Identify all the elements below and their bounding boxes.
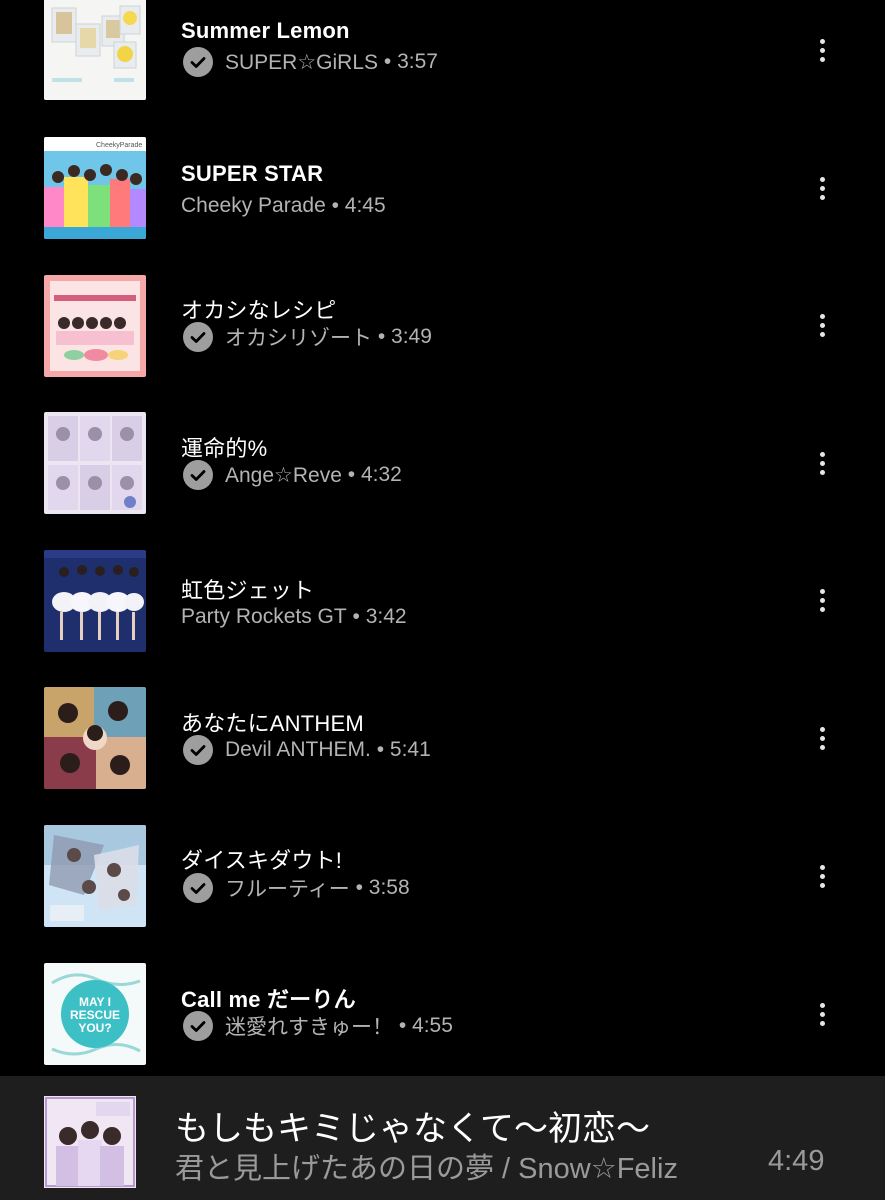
more-vertical-icon[interactable] — [806, 718, 838, 758]
track-title: Summer Lemon — [181, 18, 350, 43]
track-row[interactable]: 虹色ジェット Party Rockets GT • 3:42 — [0, 550, 885, 688]
track-duration: 3:42 — [365, 605, 407, 628]
album-art[interactable] — [44, 825, 146, 927]
track-artist: 迷愛れすきゅー！ — [225, 1016, 393, 1039]
track-duration: 4:45 — [344, 194, 386, 217]
track-row[interactable]: 運命的% Ange☆Reve • 4:32 — [0, 412, 885, 550]
track-artist: Party Rockets GT — [181, 605, 347, 628]
separator: • — [346, 605, 366, 628]
album-art[interactable] — [44, 412, 146, 514]
track-duration: 3:49 — [391, 325, 432, 348]
track-meta: Devil ANTHEM. • 5:41 — [181, 735, 431, 765]
check-circle-icon — [183, 873, 213, 903]
track-meta: Ange☆Reve • 4:32 — [181, 460, 402, 490]
track-title: ダイスキダウト! — [181, 848, 343, 873]
album-art[interactable]: CheekyParade — [44, 137, 146, 239]
more-vertical-icon[interactable] — [806, 994, 838, 1034]
separator: • — [325, 194, 345, 217]
track-meta: オカシリゾート • 3:49 — [181, 322, 432, 352]
album-art[interactable] — [44, 687, 146, 789]
track-title: Call me だーりん — [181, 987, 356, 1012]
track-title: 虹色ジェット — [181, 578, 315, 603]
track-row[interactable]: CheekyParade SUPER STAR Cheeky Parade • … — [0, 137, 885, 275]
more-vertical-icon[interactable] — [806, 580, 838, 620]
album-art-text: CheekyParade — [96, 142, 142, 149]
more-vertical-icon[interactable] — [806, 30, 838, 70]
separator: • — [370, 738, 390, 761]
check-circle-icon — [183, 1011, 213, 1041]
track-artist: SUPER☆GiRLS — [225, 50, 379, 74]
track-artist: Cheeky Parade — [181, 194, 326, 217]
track-title: SUPER STAR — [181, 161, 324, 186]
track-duration: 5:41 — [389, 738, 431, 761]
check-circle-icon — [183, 460, 213, 490]
track-meta: フルーティー • 3:58 — [181, 873, 410, 903]
track-row[interactable]: Summer Lemon SUPER☆GiRLS • 3:57 — [0, 0, 885, 138]
track-title: 運命的% — [181, 436, 268, 461]
track-row[interactable]: オカシなレシピ オカシリゾート • 3:49 — [0, 275, 885, 413]
separator: • — [372, 325, 392, 348]
album-art[interactable]: MAY I RESCUE YOU? — [44, 963, 146, 1065]
track-title: あなたにANTHEM — [181, 711, 364, 736]
more-vertical-icon[interactable] — [806, 856, 838, 896]
track-meta: Party Rockets GT • 3:42 — [181, 605, 407, 629]
separator: • — [349, 876, 369, 899]
check-circle-icon — [183, 47, 213, 77]
album-art[interactable] — [44, 550, 146, 652]
check-circle-icon — [183, 322, 213, 352]
now-playing-subtitle: 君と見上げたあの日の夢 / Snow☆Feliz — [175, 1153, 678, 1185]
track-title: オカシなレシピ — [181, 298, 337, 323]
more-vertical-icon[interactable] — [806, 305, 838, 345]
separator: • — [393, 1014, 413, 1037]
track-duration: 4:32 — [360, 463, 402, 486]
track-duration: 3:57 — [397, 50, 438, 73]
separator: • — [341, 463, 361, 486]
track-artist: Ange☆Reve — [225, 463, 342, 487]
track-row[interactable]: あなたにANTHEM Devil ANTHEM. • 5:41 — [0, 687, 885, 825]
track-meta: 迷愛れすきゅー！ • 4:55 — [181, 1011, 453, 1041]
track-meta: Cheeky Parade • 4:45 — [181, 194, 386, 218]
more-vertical-icon[interactable] — [806, 168, 838, 208]
separator: • — [378, 50, 398, 73]
album-art[interactable] — [44, 0, 146, 100]
track-row[interactable]: ダイスキダウト! フルーティー • 3:58 — [0, 825, 885, 963]
now-playing-time: 4:49 — [768, 1145, 825, 1177]
album-art-text: RESCUE — [70, 1008, 120, 1022]
album-art-text: MAY I — [79, 995, 111, 1009]
track-duration: 3:58 — [368, 876, 410, 899]
check-circle-icon — [183, 735, 213, 765]
track-artist: フルーティー — [225, 878, 350, 901]
album-art[interactable] — [44, 275, 146, 377]
track-duration: 4:55 — [412, 1014, 453, 1037]
now-playing-title: もしもキミじゃなくて〜初恋〜 — [175, 1110, 650, 1148]
track-artist: オカシリゾート — [225, 327, 372, 350]
more-vertical-icon[interactable] — [806, 443, 838, 483]
album-art-text: YOU? — [78, 1021, 111, 1035]
now-playing-album-art[interactable] — [44, 1096, 136, 1188]
track-artist: Devil ANTHEM. — [225, 738, 371, 761]
track-meta: SUPER☆GiRLS • 3:57 — [181, 47, 438, 77]
